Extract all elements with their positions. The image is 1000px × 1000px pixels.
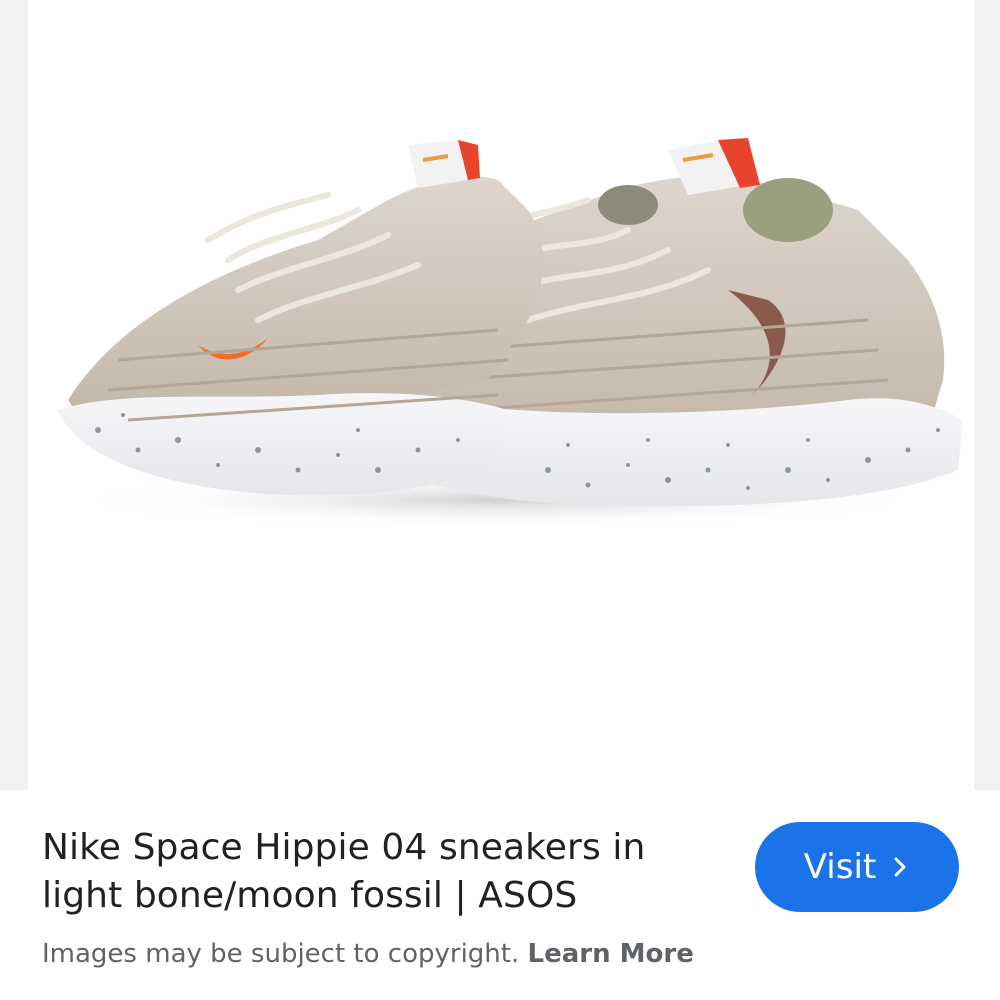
copyright-text: Images may be subject to copyright. [42,939,520,969]
sneakers-illustration [58,138,963,528]
left-sneaker [58,140,543,496]
product-image-panel[interactable] [0,0,1000,790]
learn-more-link[interactable]: Learn More [528,939,694,969]
visit-button-label: Visit [803,847,877,887]
chevron-right-icon [894,857,906,877]
visit-button[interactable]: Visit [755,822,959,912]
result-title[interactable]: Nike Space Hippie 04 sneakers in light b… [42,824,722,920]
product-image[interactable] [28,0,974,790]
copyright-notice: Images may be subject to copyright. Lear… [42,935,694,973]
